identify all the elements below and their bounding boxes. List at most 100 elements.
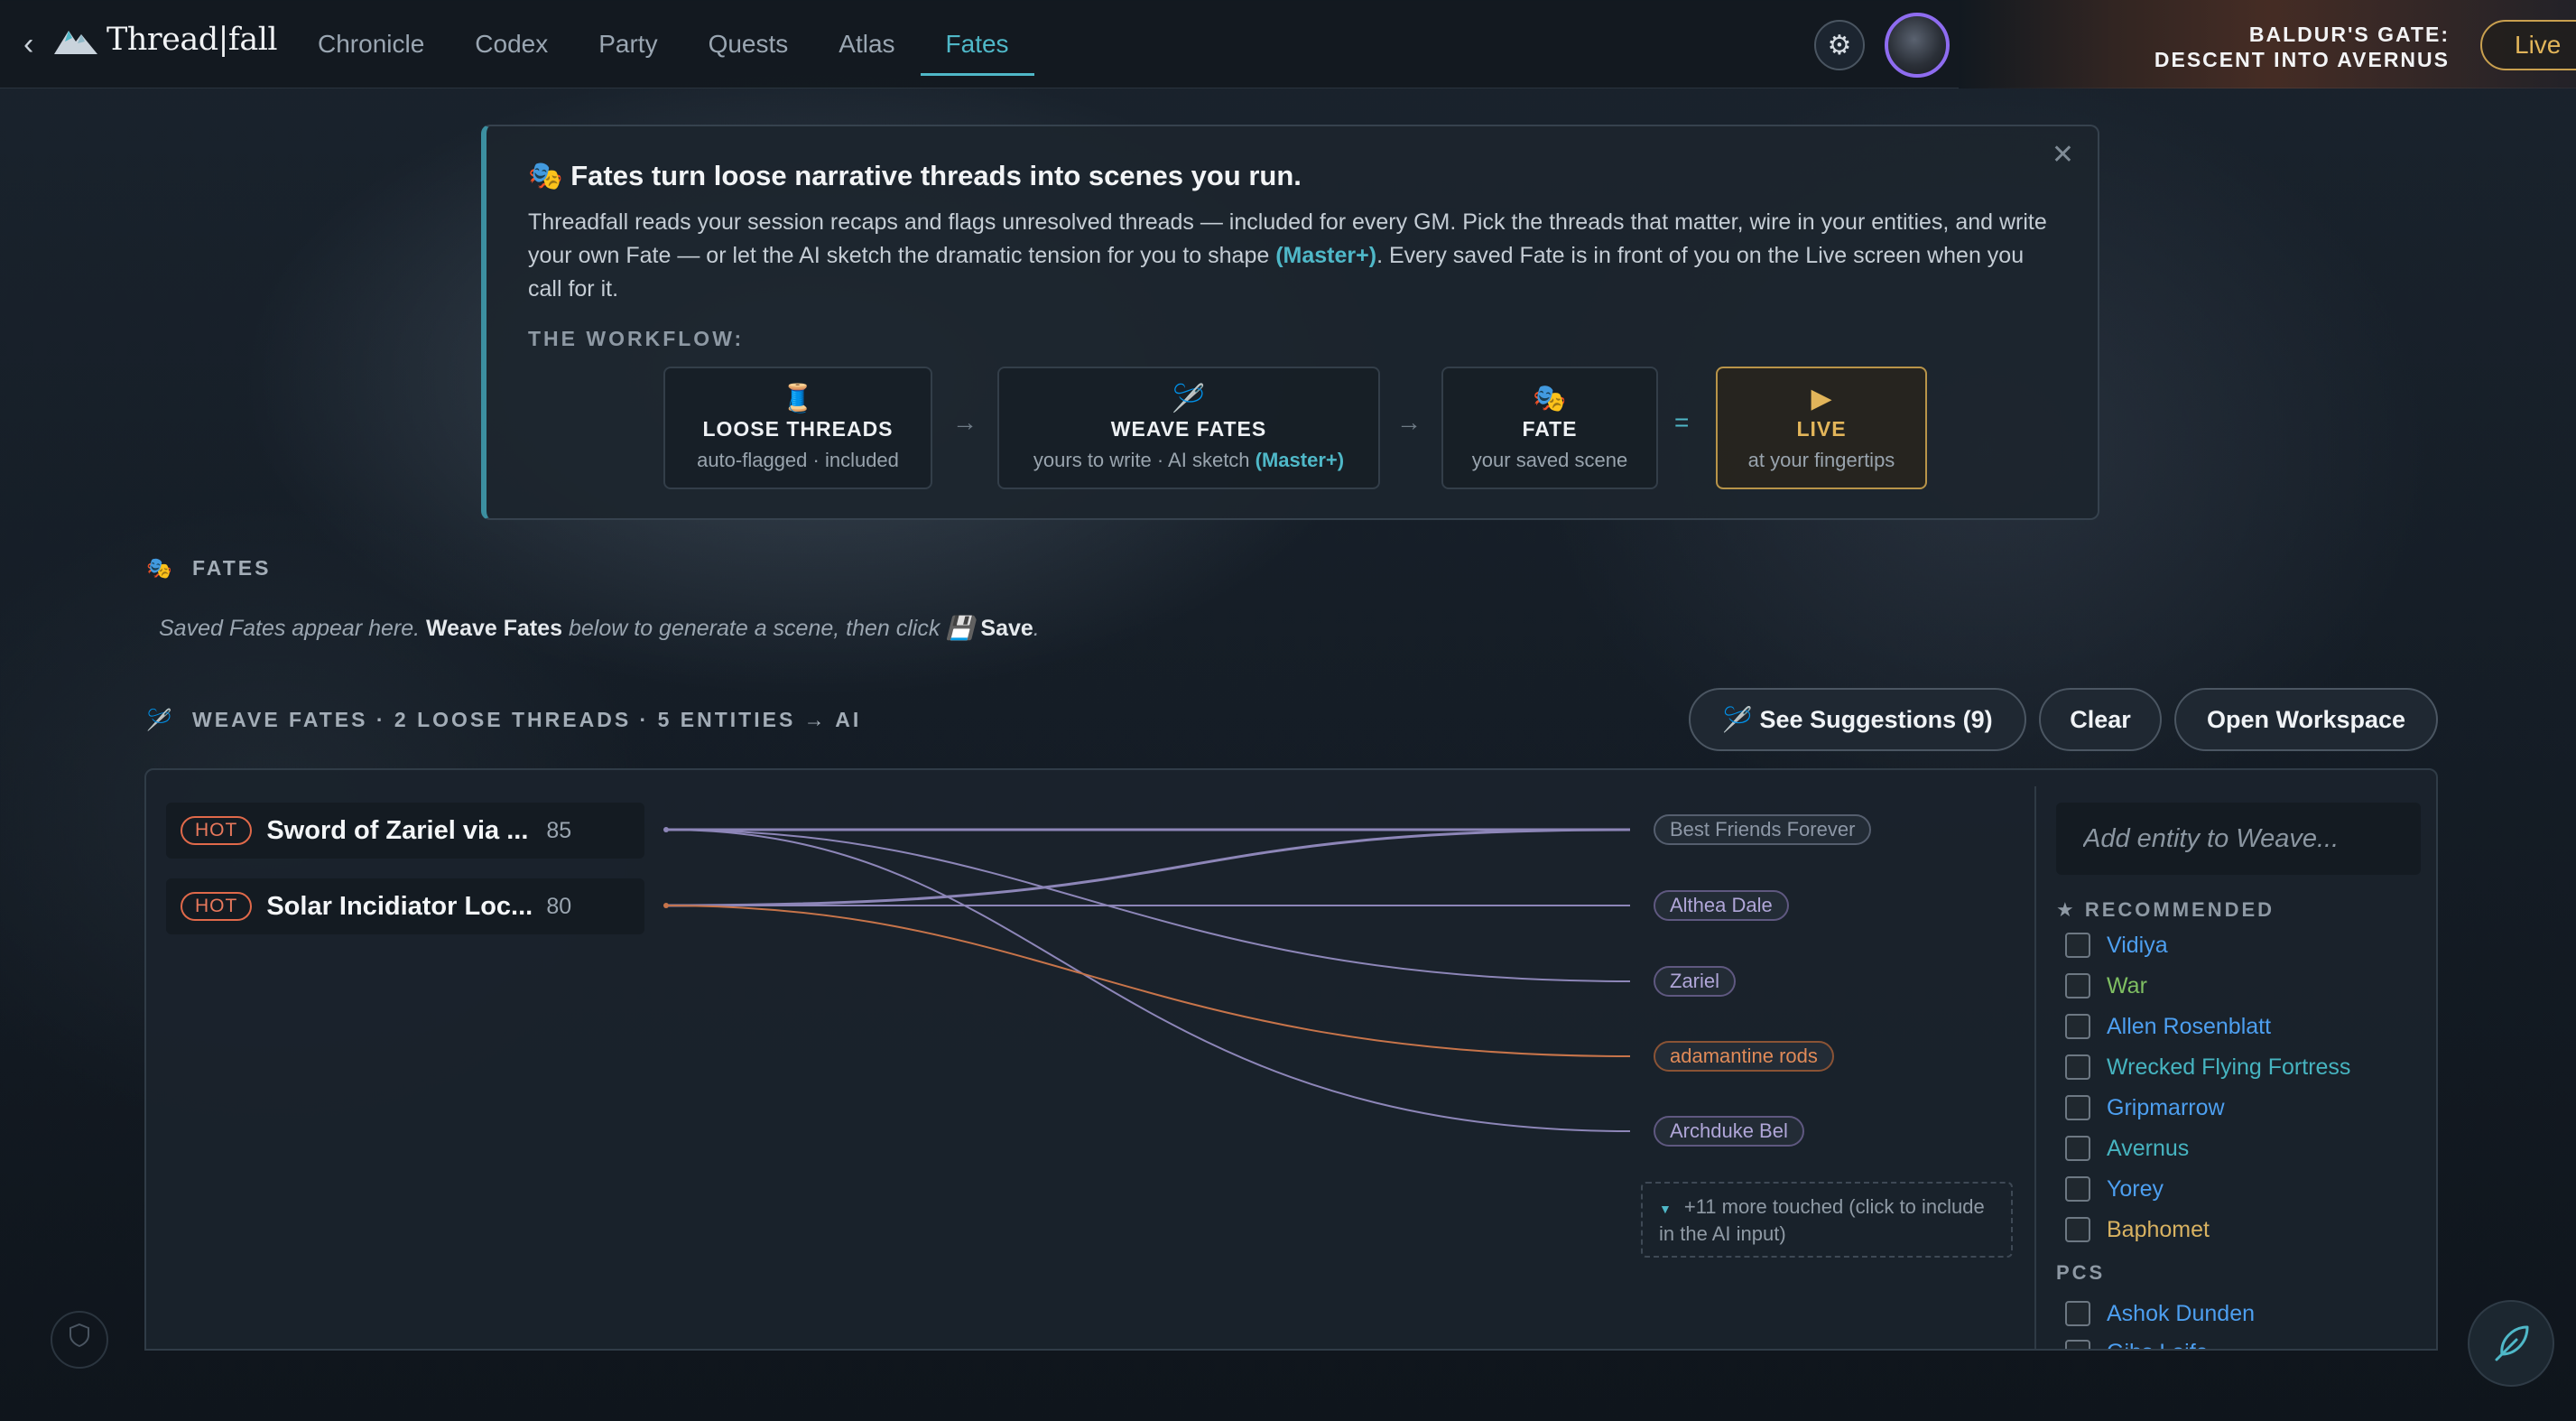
entity-option-label: Allen Rosenblatt bbox=[2107, 1013, 2272, 1039]
thread-spool-icon: 🧵 bbox=[781, 384, 815, 413]
entity-option[interactable]: Vidiya bbox=[2065, 927, 2168, 963]
equals-icon: = bbox=[1674, 408, 1690, 436]
empty-text-1: Saved Fates appear here. bbox=[159, 616, 427, 641]
workflow-label: THE WORKFLOW: bbox=[528, 327, 745, 350]
weave-heading-text: WEAVE FATES · 2 LOOSE THREADS · 5 ENTITI… bbox=[192, 708, 862, 731]
top-nav-bar: ‹ Thread|fall Chronicle Codex Party Ques… bbox=[0, 0, 2576, 88]
wire bbox=[665, 829, 1631, 1132]
entity-option-label: War bbox=[2107, 972, 2147, 998]
needle-icon: 🪡 bbox=[146, 708, 175, 731]
app-name: Thread|fall bbox=[107, 22, 278, 58]
theater-masks-icon: 🎭 bbox=[1533, 384, 1567, 413]
workflow-step-subtitle: at your fingertips bbox=[1747, 449, 1895, 471]
entity-chip[interactable]: Zariel bbox=[1654, 966, 1737, 997]
tab-atlas[interactable]: Atlas bbox=[813, 0, 920, 76]
tab-codex[interactable]: Codex bbox=[449, 0, 573, 76]
entity-chip[interactable]: Archduke Bel bbox=[1654, 1116, 1804, 1147]
more-touched-entities-toggle[interactable]: ▼ +11 more touched (click to include in t… bbox=[1641, 1182, 2013, 1258]
entity-chip[interactable]: Althea Dale bbox=[1654, 890, 1789, 921]
tab-fates[interactable]: Fates bbox=[920, 0, 1034, 76]
feather-glyph bbox=[2495, 1325, 2529, 1361]
play-icon: ▶ bbox=[1811, 384, 1832, 413]
checkbox[interactable] bbox=[2065, 1340, 2090, 1349]
empty-text-2: below to generate a scene, then click bbox=[562, 616, 947, 641]
tab-quests[interactable]: Quests bbox=[683, 0, 814, 76]
settings-gear-icon[interactable]: ⚙ bbox=[1814, 20, 1865, 70]
master-tier-badge: (Master+) bbox=[1255, 449, 1345, 471]
entity-option-label: Ashok Dunden bbox=[2107, 1300, 2256, 1326]
user-avatar[interactable] bbox=[1885, 13, 1950, 78]
needle-icon: 🪡 bbox=[1722, 706, 1754, 733]
campaign-title-line2: DESCENT INTO AVERNUS bbox=[2154, 48, 2450, 71]
app-logo[interactable]: Thread|fall bbox=[52, 22, 278, 58]
workflow-step-title: LIVE bbox=[1796, 417, 1847, 441]
checkbox[interactable] bbox=[2065, 1217, 2090, 1242]
see-suggestions-label: See Suggestions (9) bbox=[1759, 706, 1993, 733]
tab-chronicle[interactable]: Chronicle bbox=[292, 0, 449, 76]
empty-save-label: Save bbox=[980, 616, 1033, 641]
entity-option-label: Gibs Loife bbox=[2107, 1340, 2209, 1350]
entity-option[interactable]: Gripmarrow bbox=[2065, 1090, 2225, 1126]
weave-panel: HOT Sword of Zariel via ... 85 HOT Solar… bbox=[144, 768, 2438, 1351]
entity-picker-sidebar: ★ RECOMMENDED Vidiya War Allen Rosenblat… bbox=[2034, 786, 2436, 1350]
workflow-step-subtitle: your saved scene bbox=[1471, 449, 1628, 471]
more-touched-text: +11 more touched (click to include in th… bbox=[1659, 1195, 1985, 1245]
entity-option-label: Avernus bbox=[2107, 1135, 2190, 1161]
entity-option[interactable]: Avernus bbox=[2065, 1130, 2189, 1166]
workflow-step-weave-fates: 🪡 WEAVE FATES yours to write · AI sketch… bbox=[997, 367, 1380, 489]
workflow-step-title: LOOSE THREADS bbox=[702, 417, 894, 441]
intro-title-text: Fates turn loose narrative threads into … bbox=[570, 160, 1302, 191]
workflow-step-title: WEAVE FATES bbox=[1110, 417, 1267, 441]
workflow-step-title: FATE bbox=[1522, 417, 1578, 441]
add-entity-input[interactable] bbox=[2056, 803, 2421, 875]
wire bbox=[665, 905, 1631, 1057]
feather-icon[interactable] bbox=[2468, 1300, 2554, 1387]
mountain-logo-icon bbox=[54, 31, 97, 54]
entity-option[interactable]: Ashok Dunden bbox=[2065, 1296, 2255, 1332]
recommended-heading: ★ RECOMMENDED bbox=[2056, 898, 2275, 921]
workflow-step-subtitle: auto-flagged · included bbox=[697, 449, 899, 471]
see-suggestions-button[interactable]: 🪡 See Suggestions (9) bbox=[1689, 688, 2026, 751]
open-workspace-button[interactable]: Open Workspace bbox=[2174, 688, 2438, 751]
needle-icon: 🪡 bbox=[1172, 384, 1206, 413]
intro-title: 🎭 Fates turn loose narrative threads int… bbox=[528, 159, 1302, 192]
checkbox[interactable] bbox=[2065, 1054, 2090, 1080]
caret-down-icon: ▼ bbox=[1659, 1202, 1672, 1216]
floppy-disk-icon: 💾 bbox=[946, 616, 975, 641]
arrow-right-icon: → bbox=[952, 408, 978, 436]
arrow-right-icon: → bbox=[1396, 408, 1422, 436]
checkbox[interactable] bbox=[2065, 1301, 2090, 1326]
theater-masks-icon: 🎭 bbox=[146, 556, 175, 580]
entity-chip[interactable]: Best Friends Forever bbox=[1654, 814, 1872, 845]
shield-icon[interactable] bbox=[51, 1311, 108, 1369]
entity-chip[interactable]: adamantine rods bbox=[1654, 1041, 1834, 1072]
shield-glyph bbox=[69, 1323, 89, 1348]
main-nav: Chronicle Codex Party Quests Atlas Fates bbox=[292, 0, 1034, 88]
tab-party[interactable]: Party bbox=[573, 0, 682, 76]
checkbox[interactable] bbox=[2065, 1136, 2090, 1161]
entity-option[interactable]: Allen Rosenblatt bbox=[2065, 1008, 2271, 1045]
weave-section-heading: 🪡 WEAVE FATES · 2 LOOSE THREADS · 5 ENTI… bbox=[146, 708, 861, 732]
clear-button[interactable]: Clear bbox=[2039, 688, 2162, 751]
checkbox[interactable] bbox=[2065, 933, 2090, 958]
workflow-step-fate: 🎭 FATE your saved scene bbox=[1441, 367, 1658, 489]
entity-option[interactable]: Gibs Loife bbox=[2065, 1334, 2209, 1350]
entity-option[interactable]: Baphomet bbox=[2065, 1212, 2210, 1248]
entity-option-label: Baphomet bbox=[2107, 1216, 2210, 1242]
entity-option-label: Gripmarrow bbox=[2107, 1094, 2225, 1120]
checkbox[interactable] bbox=[2065, 1014, 2090, 1039]
checkbox[interactable] bbox=[2065, 973, 2090, 998]
entity-option[interactable]: Wrecked Flying Fortress bbox=[2065, 1049, 2350, 1085]
entity-option[interactable]: Yorey bbox=[2065, 1171, 2164, 1207]
live-button[interactable]: Live bbox=[2480, 20, 2576, 70]
entity-option[interactable]: War bbox=[2065, 968, 2147, 1004]
workflow-step-loose-threads: 🧵 LOOSE THREADS auto-flagged · included bbox=[663, 367, 932, 489]
back-chevron-icon[interactable]: ‹ bbox=[23, 27, 33, 62]
campaign-title[interactable]: BALDUR'S GATE: DESCENT INTO AVERNUS bbox=[2154, 22, 2450, 72]
checkbox[interactable] bbox=[2065, 1095, 2090, 1120]
empty-weave-fates-link: Weave Fates bbox=[426, 616, 563, 641]
entity-option-label: Vidiya bbox=[2107, 932, 2168, 958]
master-tier-badge: (Master+) bbox=[1275, 243, 1377, 268]
checkbox[interactable] bbox=[2065, 1176, 2090, 1202]
close-icon[interactable]: ✕ bbox=[2052, 139, 2074, 171]
